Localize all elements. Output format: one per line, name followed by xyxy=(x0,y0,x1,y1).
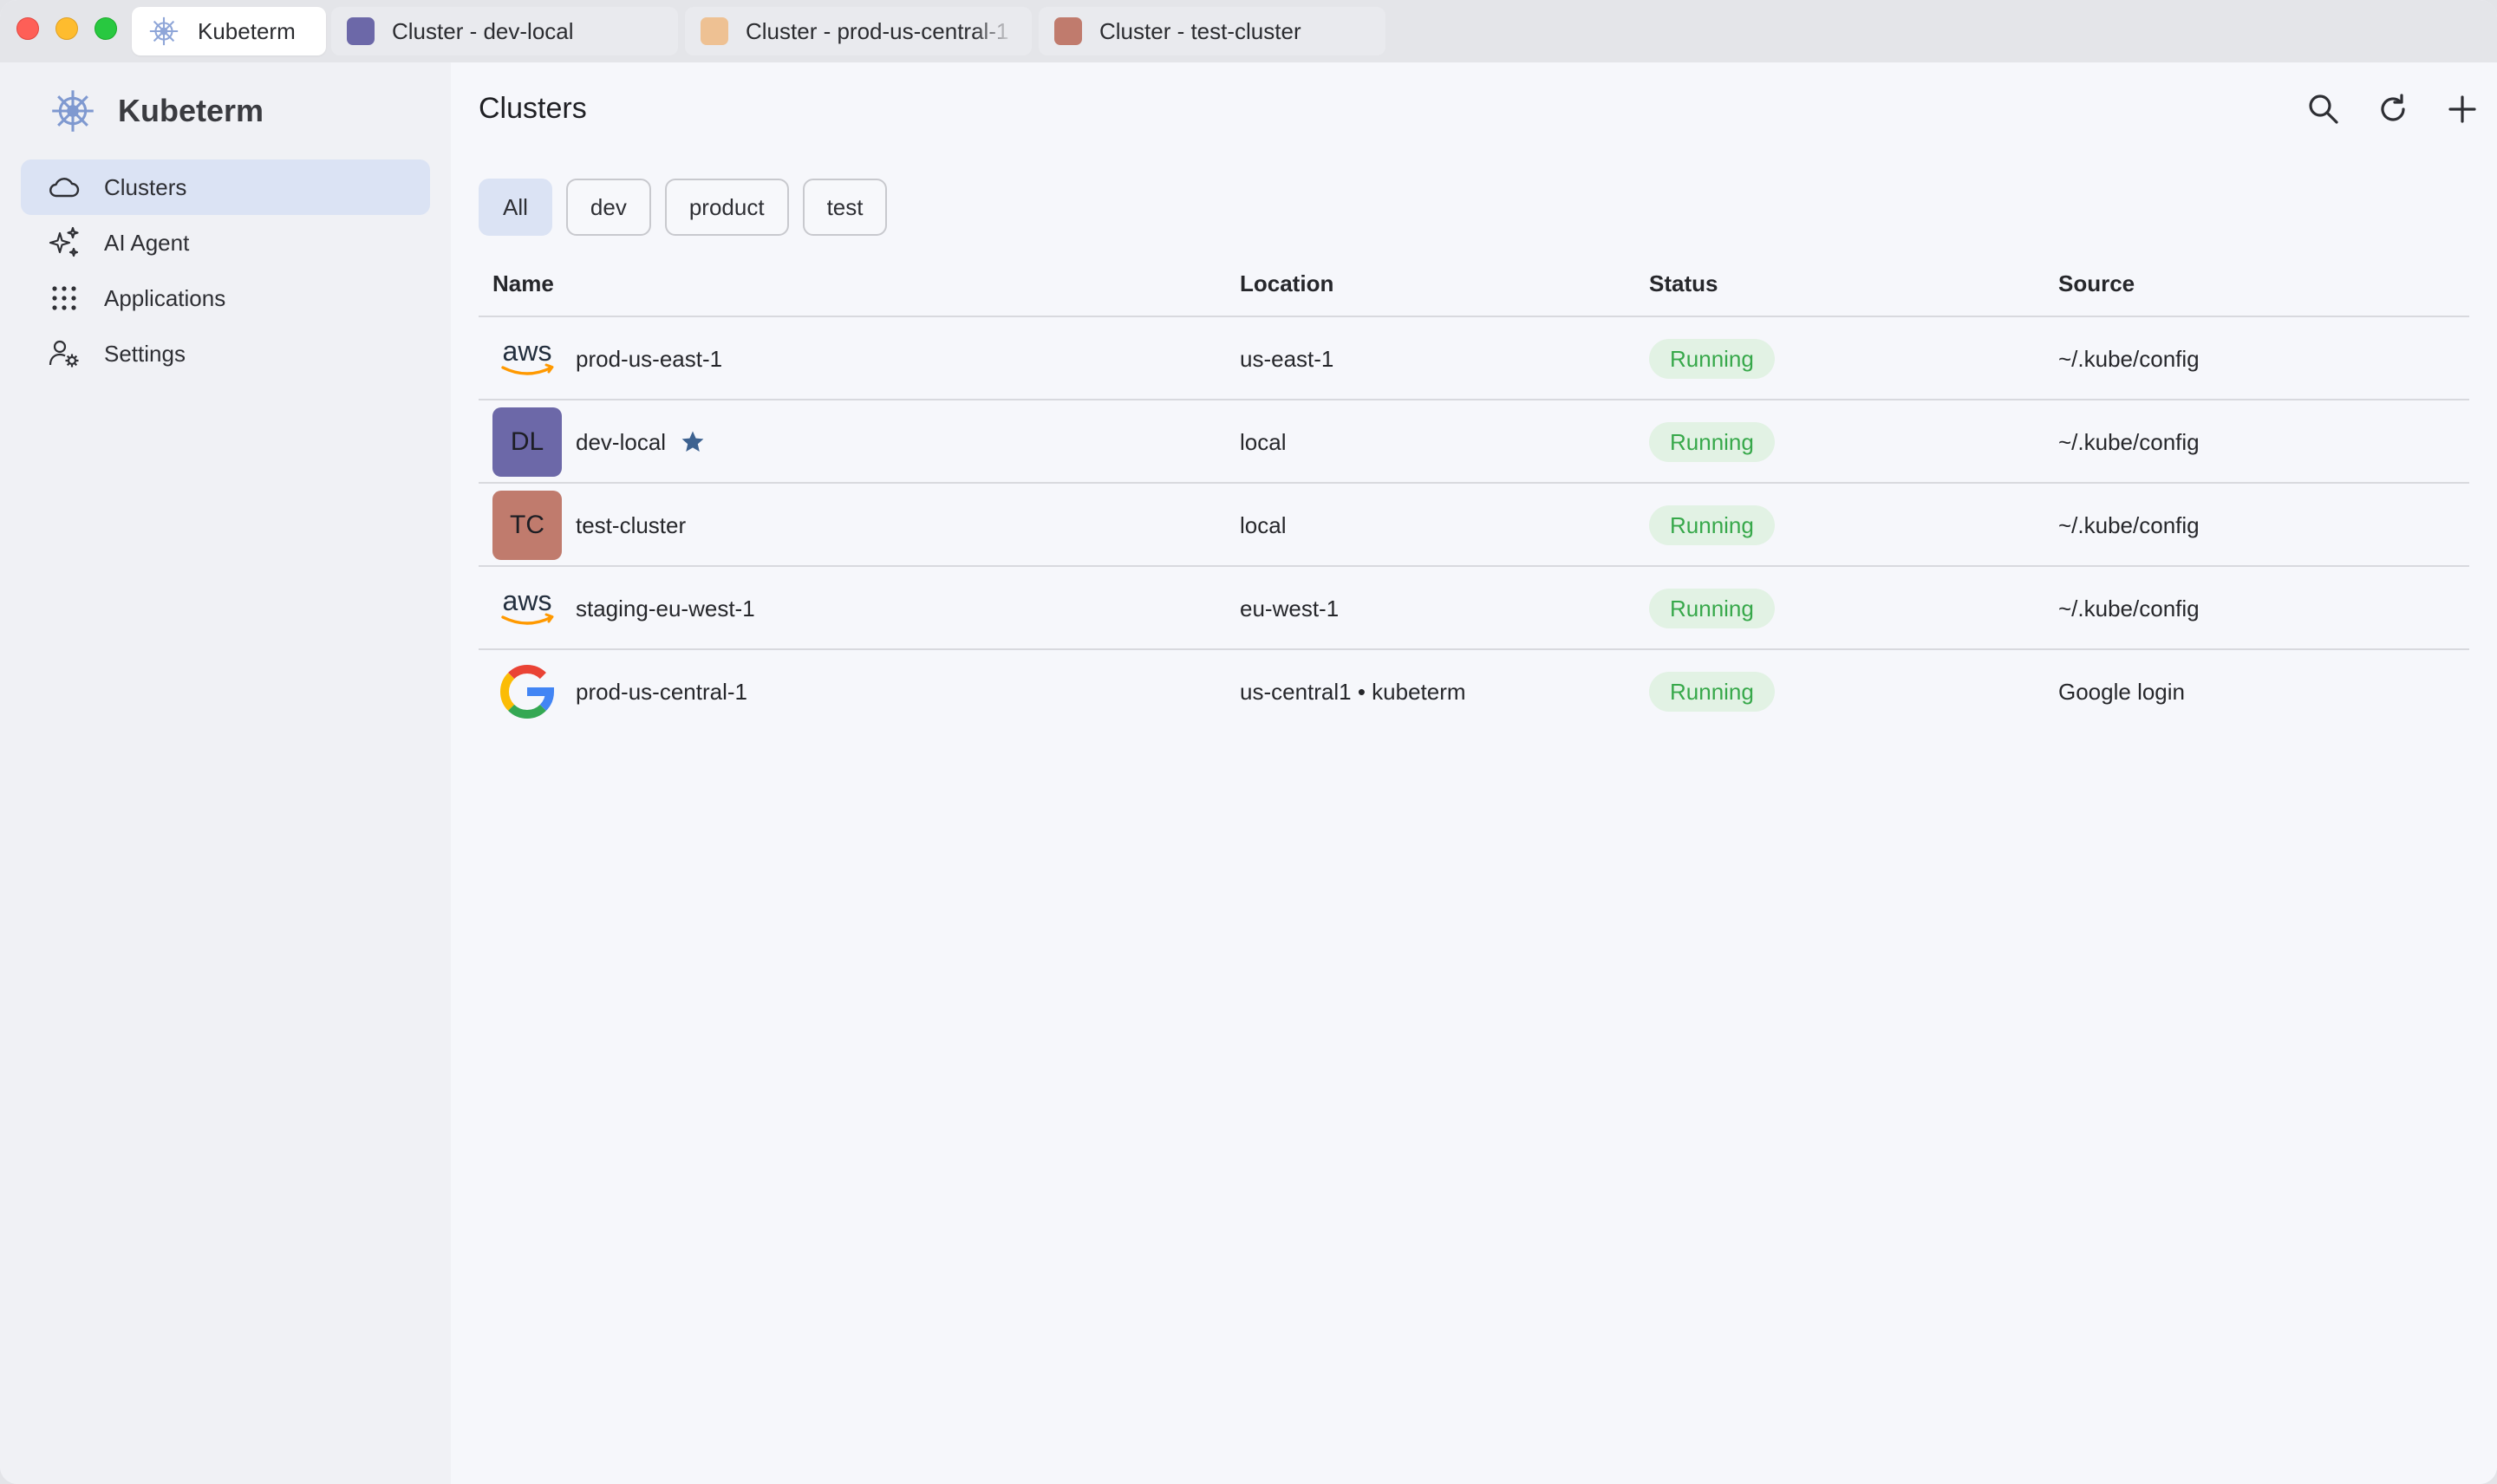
table-row[interactable]: DL dev-local local Running ~/.kube/confi… xyxy=(479,400,2469,484)
cluster-location: eu-west-1 xyxy=(1240,595,1340,622)
cluster-name-cell: aws staging-eu-west-1 xyxy=(492,567,755,650)
cloud-icon xyxy=(47,170,81,205)
tab-cluster-dev-local[interactable]: Cluster - dev-local xyxy=(331,7,678,55)
status-cell: Running xyxy=(1649,317,1775,400)
brand: Kubeterm xyxy=(49,87,264,135)
cluster-source: ~/.kube/config xyxy=(2058,345,2200,372)
title-bar: Kubeterm Cluster - dev-local Cluster - p… xyxy=(0,0,2497,62)
status-badge: Running xyxy=(1649,672,1775,712)
cluster-name: dev-local xyxy=(576,428,667,455)
cluster-source: ~/.kube/config xyxy=(2058,428,2200,455)
aws-logo-icon: aws xyxy=(492,574,562,643)
status-badge: Running xyxy=(1649,505,1775,545)
table-row[interactable]: prod-us-central-1 us-central1 • kubeterm… xyxy=(479,650,2469,733)
cluster-source: Google login xyxy=(2058,678,2185,705)
cluster-name-cell: DL dev-local xyxy=(492,400,706,484)
sidebar-item-applications[interactable]: Applications xyxy=(21,270,430,326)
cluster-avatar: DL xyxy=(492,407,562,477)
brand-name: Kubeterm xyxy=(118,93,264,128)
cluster-color-swatch xyxy=(701,17,728,45)
cluster-source: ~/.kube/config xyxy=(2058,511,2200,538)
svg-text:aws: aws xyxy=(503,335,552,367)
status-cell: Running xyxy=(1649,484,1775,567)
column-header-source[interactable]: Source xyxy=(2058,270,2135,297)
sidebar-item-ai-agent[interactable]: AI Agent xyxy=(21,215,430,270)
sidebar-item-clusters[interactable]: Clusters xyxy=(21,159,430,215)
tab-kubeterm[interactable]: Kubeterm xyxy=(132,7,326,55)
svg-text:aws: aws xyxy=(503,585,552,616)
search-icon xyxy=(2309,94,2338,124)
cluster-location: local xyxy=(1240,511,1287,538)
user-settings-icon xyxy=(47,336,81,371)
column-header-status[interactable]: Status xyxy=(1649,270,1718,297)
google-logo-icon xyxy=(492,657,562,726)
status-badge: Running xyxy=(1649,422,1775,462)
app-window: Kubeterm Cluster - dev-local Cluster - p… xyxy=(0,0,2497,1484)
column-header-location[interactable]: Location xyxy=(1240,270,1333,297)
tab-cluster-prod-us-central-1[interactable]: Cluster - prod-us-central-1 xyxy=(685,7,1032,55)
add-cluster-button[interactable] xyxy=(2442,88,2483,130)
refresh-button[interactable] xyxy=(2372,88,2414,130)
cluster-location: us-east-1 xyxy=(1240,345,1334,372)
cluster-color-swatch xyxy=(347,17,375,45)
status-badge: Running xyxy=(1649,589,1775,628)
search-button[interactable] xyxy=(2303,88,2344,130)
tab-label: Cluster - prod-us-central-1 xyxy=(746,17,1009,44)
table-row[interactable]: aws prod-us-east-1 us-east-1 Running ~/.… xyxy=(479,317,2469,400)
minimize-window-button[interactable] xyxy=(55,17,78,40)
kubeterm-logo-icon xyxy=(149,16,179,46)
status-cell: Running xyxy=(1649,567,1775,650)
tab-cluster-test-cluster[interactable]: Cluster - test-cluster xyxy=(1039,7,1385,55)
column-header-name[interactable]: Name xyxy=(492,270,554,297)
status-cell: Running xyxy=(1649,650,1775,733)
sparkle-icon xyxy=(47,225,81,260)
page-title: Clusters xyxy=(479,92,587,125)
kubeterm-logo-icon xyxy=(52,90,94,132)
cluster-name-cell: aws prod-us-east-1 xyxy=(492,317,722,400)
tab-label: Cluster - dev-local xyxy=(392,17,574,44)
tab-label: Cluster - test-cluster xyxy=(1099,17,1301,44)
sidebar-item-label: Settings xyxy=(104,340,186,367)
table-row[interactable]: aws staging-eu-west-1 eu-west-1 Running … xyxy=(479,567,2469,650)
tab-label: Kubeterm xyxy=(198,17,296,44)
aws-logo-icon: aws xyxy=(492,324,562,394)
clusters-table-body: Name Location Status Source aws prod-us-… xyxy=(479,264,2469,733)
cluster-avatar: TC xyxy=(492,491,562,560)
maximize-window-button[interactable] xyxy=(95,17,117,40)
table-header: Name Location Status Source xyxy=(479,264,2469,317)
plus-icon xyxy=(2448,95,2476,123)
sidebar-item-label: Clusters xyxy=(104,173,187,200)
cluster-color-swatch xyxy=(1054,17,1082,45)
refresh-icon xyxy=(2381,94,2405,121)
cluster-location: us-central1 • kubeterm xyxy=(1240,678,1466,705)
cluster-source: ~/.kube/config xyxy=(2058,595,2200,622)
status-cell: Running xyxy=(1649,400,1775,484)
close-window-button[interactable] xyxy=(16,17,39,40)
cluster-name: test-cluster xyxy=(576,511,687,538)
table-row[interactable]: TC test-cluster local Running ~/.kube/co… xyxy=(479,484,2469,567)
cluster-location: local xyxy=(1240,428,1287,455)
cluster-name-cell: TC test-cluster xyxy=(492,484,686,567)
sidebar-item-label: AI Agent xyxy=(104,229,190,256)
cluster-name: staging-eu-west-1 xyxy=(576,595,755,622)
sidebar-item-label: Applications xyxy=(104,284,226,311)
sidebar: Kubeterm Clusters AI Agent Applications … xyxy=(0,62,451,1484)
status-badge: Running xyxy=(1649,339,1775,379)
cluster-name-cell: prod-us-central-1 xyxy=(492,650,747,733)
cluster-name: prod-us-central-1 xyxy=(576,678,747,705)
star-icon[interactable] xyxy=(680,429,706,455)
sidebar-item-settings[interactable]: Settings xyxy=(21,326,430,381)
grid-icon xyxy=(47,281,81,316)
cluster-name: prod-us-east-1 xyxy=(576,345,723,372)
